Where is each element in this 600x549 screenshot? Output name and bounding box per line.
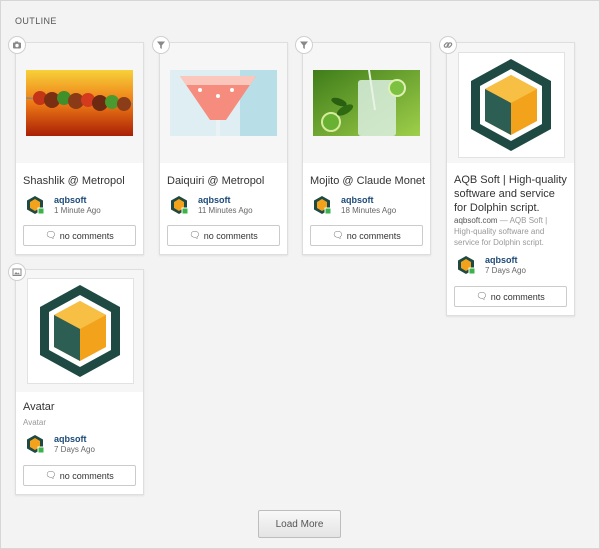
author-name[interactable]: aqbsoft — [341, 195, 374, 205]
author-block: aqbsoft 11 Minutes Ago — [169, 195, 289, 217]
comment-bubble-icon: 🗨︎ — [45, 470, 57, 480]
link-description: aqbsoft.com — AQB Soft | High-quality so… — [454, 216, 548, 247]
comment-bubble-icon: 🗨︎ — [45, 230, 57, 240]
filter-icon — [295, 36, 313, 54]
comments-label: no comments — [346, 230, 401, 241]
author-name[interactable]: aqbsoft — [54, 434, 87, 444]
comments-button[interactable]: 🗨︎ no comments — [23, 225, 136, 246]
post-time: 7 Days Ago — [54, 445, 95, 454]
link-title[interactable]: AQB Soft | High-quality software and ser… — [454, 173, 572, 215]
load-more-button[interactable]: Load More — [258, 510, 341, 538]
post-time: 1 Minute Ago — [54, 206, 101, 215]
post-title[interactable]: Mojito @ Claude Monet — [310, 174, 425, 188]
post-card[interactable]: Shashlik @ Metropol aqbsoft 1 Minute Ago… — [15, 42, 144, 255]
card-media — [303, 43, 430, 163]
comments-label: no comments — [203, 230, 258, 241]
post-title[interactable]: Daiquiri @ Metropol — [167, 174, 264, 188]
photo-card[interactable]: Avatar Avatar aqbsoft 7 Days Ago 🗨︎ no c… — [15, 269, 144, 495]
author-avatar[interactable] — [456, 255, 476, 275]
author-avatar[interactable] — [25, 195, 45, 215]
card-media — [160, 43, 287, 163]
author-block: aqbsoft 1 Minute Ago — [25, 195, 145, 217]
author-name[interactable]: aqbsoft — [54, 195, 87, 205]
author-avatar[interactable] — [169, 195, 189, 215]
card-media — [16, 43, 143, 163]
post-time: 7 Days Ago — [485, 266, 526, 275]
image-icon — [8, 263, 26, 281]
comment-bubble-icon: 🗨︎ — [332, 230, 344, 240]
comments-button[interactable]: 🗨︎ no comments — [310, 225, 423, 246]
comment-bubble-icon: 🗨︎ — [476, 291, 488, 301]
author-name[interactable]: aqbsoft — [198, 195, 231, 205]
author-block: aqbsoft 18 Minutes Ago — [312, 195, 432, 217]
comments-button[interactable]: 🗨︎ no comments — [454, 286, 567, 307]
card-media — [447, 43, 574, 163]
comments-button[interactable]: 🗨︎ no comments — [23, 465, 136, 486]
link-icon — [439, 36, 457, 54]
photo-title[interactable]: Avatar — [23, 400, 55, 414]
author-avatar[interactable] — [25, 434, 45, 454]
comments-button[interactable]: 🗨︎ no comments — [167, 225, 280, 246]
comments-label: no comments — [59, 230, 114, 241]
link-source-domain[interactable]: aqbsoft.com — [454, 216, 498, 225]
comments-label: no comments — [490, 291, 545, 302]
card-media — [16, 270, 143, 392]
camera-icon — [8, 36, 26, 54]
filter-icon — [152, 36, 170, 54]
link-card[interactable]: AQB Soft | High-quality software and ser… — [446, 42, 575, 316]
author-avatar[interactable] — [312, 195, 332, 215]
post-time: 11 Minutes Ago — [198, 206, 253, 215]
post-thumbnail[interactable] — [313, 70, 420, 136]
author-block: aqbsoft 7 Days Ago — [456, 255, 576, 277]
section-title: OUTLINE — [15, 16, 57, 26]
author-block: aqbsoft 7 Days Ago — [25, 434, 145, 456]
post-time: 18 Minutes Ago — [341, 206, 397, 215]
post-card[interactable]: Daiquiri @ Metropol aqbsoft 11 Minutes A… — [159, 42, 288, 255]
photo-album: Avatar — [23, 418, 46, 427]
author-name[interactable]: aqbsoft — [485, 255, 518, 265]
photo-image[interactable] — [27, 278, 134, 384]
post-card[interactable]: Mojito @ Claude Monet aqbsoft 18 Minutes… — [302, 42, 431, 255]
link-preview-image[interactable] — [458, 52, 565, 158]
post-thumbnail[interactable] — [26, 70, 133, 136]
comment-bubble-icon: 🗨︎ — [189, 230, 201, 240]
post-thumbnail[interactable] — [170, 70, 277, 136]
comments-label: no comments — [59, 470, 114, 481]
post-title[interactable]: Shashlik @ Metropol — [23, 174, 125, 188]
